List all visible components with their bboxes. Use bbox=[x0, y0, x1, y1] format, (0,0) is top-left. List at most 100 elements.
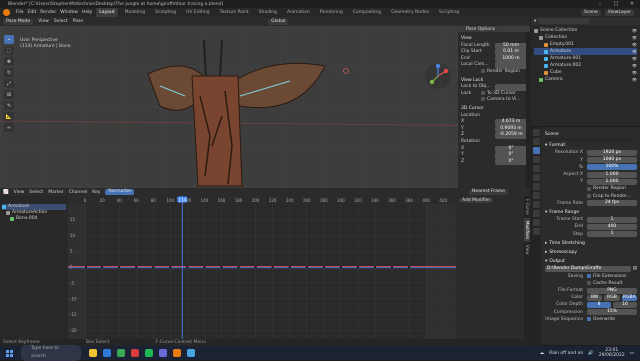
workspace-tab-geometry-nodes[interactable]: Geometry Nodes bbox=[388, 8, 432, 17]
outliner-item[interactable]: Camera 👁 bbox=[534, 76, 637, 83]
frame-tick-label[interactable]: 320 bbox=[354, 198, 362, 203]
taskbar-app-icon[interactable] bbox=[103, 349, 111, 357]
frame-tick-label[interactable]: 400 bbox=[422, 198, 430, 203]
scene-properties-icon[interactable] bbox=[532, 165, 540, 172]
tab-view[interactable]: View bbox=[524, 242, 530, 258]
aspect-x-field[interactable]: 1.000 bbox=[587, 171, 637, 178]
frame-tick-label[interactable]: 0 bbox=[84, 198, 87, 203]
workspace-tab-rendering[interactable]: Rendering bbox=[317, 8, 346, 17]
cursor-x-field[interactable]: 4.673 m bbox=[495, 119, 527, 126]
tab-modifiers[interactable]: Modifiers bbox=[524, 217, 530, 242]
clock[interactable]: 23:01 29/06/2022 bbox=[599, 348, 625, 358]
frame-rate-dropdown[interactable]: 24 fps bbox=[587, 200, 637, 207]
frame-tick-label[interactable]: 100 bbox=[167, 198, 175, 203]
taskbar-app-icon[interactable] bbox=[131, 349, 139, 357]
frame-tick-label[interactable]: 380 bbox=[405, 198, 413, 203]
3d-cursor-section-title[interactable]: 3D Cursor bbox=[461, 106, 527, 113]
select-box-icon[interactable]: ⬚ bbox=[4, 46, 14, 55]
editor-type-icon[interactable]: 📈 bbox=[3, 190, 9, 195]
taskbar-search-input[interactable]: Type here to search bbox=[21, 345, 81, 361]
visibility-eye-icon[interactable]: 👁 bbox=[632, 55, 637, 62]
view-layer-properties-icon[interactable] bbox=[532, 156, 540, 163]
outliner-item[interactable]: Collection 👁 bbox=[534, 34, 637, 41]
view-layer-selector[interactable]: ViewLayer bbox=[604, 9, 634, 16]
cursor-rot-z-field[interactable]: 0° bbox=[495, 158, 527, 166]
file-format-dropdown[interactable]: PNG bbox=[587, 287, 637, 294]
resolution-percentage-slider[interactable]: 100% bbox=[587, 164, 637, 171]
windows-start-icon[interactable] bbox=[6, 349, 13, 357]
workspace-tab-scripting[interactable]: Scripting bbox=[436, 8, 462, 17]
local-camera-field[interactable] bbox=[495, 62, 527, 69]
add-modifier-dropdown[interactable]: Add Modifier bbox=[459, 198, 494, 203]
outliner-item[interactable]: Armature.001 👁 bbox=[534, 55, 637, 62]
frame-tick-label[interactable]: 200 bbox=[252, 198, 260, 203]
measure-icon[interactable]: 📐 bbox=[4, 112, 14, 121]
3d-viewport[interactable]: User Perspective (114) Armature | Bone P… bbox=[0, 26, 530, 188]
normalize-toggle[interactable]: Normalize bbox=[105, 189, 135, 195]
scene-selector[interactable]: Scene bbox=[581, 9, 601, 16]
weather-label[interactable]: Rain off and on bbox=[549, 351, 583, 356]
visibility-eye-icon[interactable]: 👁 bbox=[632, 62, 637, 69]
render-region-checkbox[interactable] bbox=[481, 68, 485, 73]
channel-row[interactable]: Bone.004 bbox=[2, 216, 66, 222]
viewport-menu-view[interactable]: View bbox=[38, 19, 49, 24]
frame-tick-label[interactable]: 300 bbox=[337, 198, 345, 203]
clip-start-field[interactable]: 0.01 m bbox=[495, 49, 527, 56]
frame-tick-label[interactable]: 340 bbox=[371, 198, 379, 203]
view-section-title[interactable]: View bbox=[461, 36, 527, 43]
frame-tick-label[interactable]: 180 bbox=[235, 198, 243, 203]
frame-tick-label[interactable]: 40 bbox=[117, 198, 123, 203]
graph-menu-key[interactable]: Key bbox=[92, 190, 100, 195]
outliner-filter-icon[interactable]: ▾ bbox=[534, 18, 536, 25]
menu-help[interactable]: Help bbox=[82, 10, 92, 15]
giraffe-model[interactable] bbox=[0, 26, 530, 188]
close-button[interactable]: ✕ bbox=[624, 0, 640, 8]
menu-render[interactable]: Render bbox=[40, 10, 56, 15]
cursor-z-field[interactable]: -0.2059 m bbox=[495, 132, 527, 139]
graph-menu-view[interactable]: View bbox=[14, 190, 25, 195]
frame-tick-label[interactable]: 360 bbox=[388, 198, 396, 203]
workspace-tab-texture-paint[interactable]: Texture Paint bbox=[217, 8, 252, 17]
visibility-eye-icon[interactable]: 👁 bbox=[632, 27, 637, 34]
world-properties-icon[interactable] bbox=[532, 174, 540, 181]
file-extensions-checkbox[interactable] bbox=[587, 274, 591, 279]
workspace-tab-layout[interactable]: Layout bbox=[96, 8, 118, 17]
graph-menu-marker[interactable]: Marker bbox=[48, 190, 64, 195]
workspace-tab-shading[interactable]: Shading bbox=[256, 8, 280, 17]
constraint-properties-icon[interactable] bbox=[532, 210, 540, 217]
visibility-eye-icon[interactable]: 👁 bbox=[632, 34, 637, 41]
blender-logo-icon[interactable] bbox=[3, 9, 10, 16]
taskbar-app-icon[interactable] bbox=[117, 349, 125, 357]
visibility-eye-icon[interactable]: 👁 bbox=[632, 76, 637, 83]
scale-icon[interactable]: ⤢ bbox=[4, 79, 14, 88]
tool-properties-icon[interactable] bbox=[532, 129, 540, 136]
render-region-checkbox[interactable] bbox=[587, 187, 591, 192]
bone-properties-icon[interactable] bbox=[532, 228, 540, 235]
outliner-item[interactable]: Scene Collection 👁 bbox=[534, 27, 637, 34]
modifier-properties-icon[interactable] bbox=[532, 192, 540, 199]
color-rgba-button[interactable]: RGBA bbox=[621, 294, 637, 301]
camera-to-view-checkbox[interactable] bbox=[481, 97, 485, 102]
transform-orientation-dropdown[interactable]: Global bbox=[268, 18, 289, 25]
visibility-eye-icon[interactable]: 👁 bbox=[632, 69, 637, 76]
minimize-button[interactable]: – bbox=[592, 0, 608, 8]
move-icon[interactable]: ✥ bbox=[4, 57, 14, 66]
workspace-tab-compositing[interactable]: Compositing bbox=[350, 8, 384, 17]
taskbar-app-icon[interactable] bbox=[145, 349, 153, 357]
color-bw-button[interactable]: BW bbox=[587, 294, 603, 301]
notifications-icon[interactable]: ▭ bbox=[630, 351, 634, 356]
rotate-icon[interactable]: ↻ bbox=[4, 68, 14, 77]
transform-icon[interactable]: ⊞ bbox=[4, 90, 14, 99]
data-properties-icon[interactable] bbox=[532, 219, 540, 226]
volume-icon[interactable]: 🔊 bbox=[588, 351, 594, 356]
compression-slider[interactable]: 15% bbox=[587, 309, 637, 316]
menu-window[interactable]: Window bbox=[60, 10, 78, 15]
maximize-button[interactable]: □ bbox=[608, 0, 624, 8]
overwrite-checkbox[interactable] bbox=[587, 317, 591, 322]
object-properties-icon[interactable] bbox=[532, 183, 540, 190]
workspace-tab-uv-editing[interactable]: UV Editing bbox=[183, 8, 212, 17]
color-depth-8-button[interactable]: 8 bbox=[587, 302, 611, 309]
tab-f-curve[interactable]: F-Curve bbox=[524, 196, 530, 218]
graph-editor-canvas[interactable]: 0 20 40 60 80 100 120 140 160 180 200 220 240 260 280 3… bbox=[68, 196, 456, 346]
crop-checkbox[interactable] bbox=[587, 194, 591, 199]
